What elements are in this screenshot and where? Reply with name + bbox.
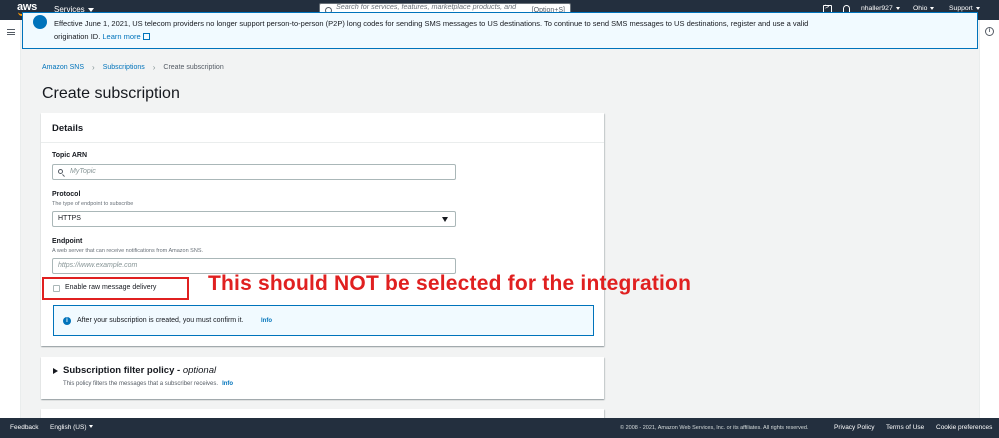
language-label: English (US)	[50, 424, 87, 431]
flash-message-text: Effective June 1, 2021, US telecom provi…	[54, 19, 809, 41]
info-panel-icon[interactable]: i	[985, 27, 994, 36]
external-link-icon	[142, 32, 150, 40]
footer: Feedback English (US) © 2008 - 2021, Ama…	[0, 418, 999, 438]
confirm-subscription-alert: i After your subscription is created, yo…	[53, 305, 594, 336]
search-icon	[53, 166, 67, 179]
protocol-select[interactable]: HTTPS	[52, 211, 456, 227]
copyright-text: © 2008 - 2021, Amazon Web Services, Inc.…	[620, 425, 809, 431]
details-title: Details	[52, 123, 84, 134]
annotation-text: This should NOT be selected for the inte…	[208, 272, 692, 295]
flash-message: Effective June 1, 2021, US telecom provi…	[54, 18, 844, 43]
breadcrumb-amazon-sns[interactable]: Amazon SNS	[42, 64, 84, 71]
caret-down-icon	[895, 7, 900, 10]
learn-more-link[interactable]: Learn more	[102, 31, 150, 41]
cookie-preferences-link[interactable]: Cookie preferences	[936, 424, 992, 431]
topic-arn-input[interactable]: MyTopic	[52, 164, 456, 180]
annotation-highlight-box	[42, 277, 189, 300]
region-menu-button[interactable]: Ohio	[913, 5, 935, 12]
protocol-label: Protocol	[52, 191, 81, 198]
dropdown-arrow-icon	[442, 217, 448, 222]
terms-of-use-link[interactable]: Terms of Use	[886, 424, 924, 431]
privacy-policy-link[interactable]: Privacy Policy	[834, 424, 874, 431]
menu-hamburger-icon[interactable]	[7, 29, 15, 35]
chevron-right-icon: ›	[152, 63, 156, 72]
support-menu-button[interactable]: Support	[949, 5, 980, 12]
breadcrumb: Amazon SNS › Subscriptions › Create subs…	[42, 63, 224, 72]
topic-arn-placeholder: MyTopic	[70, 168, 96, 175]
region-label: Ohio	[913, 5, 928, 12]
right-tools-strip	[979, 20, 999, 418]
protocol-description: The type of endpoint to subscribe	[52, 201, 134, 207]
breadcrumb-current: Create subscription	[163, 64, 224, 71]
feedback-link[interactable]: Feedback	[10, 424, 39, 431]
topic-arn-label: Topic ARN	[52, 152, 87, 159]
filter-policy-title[interactable]: Subscription filter policy - optional	[63, 365, 216, 376]
left-nav-strip	[0, 20, 21, 418]
details-header: Details	[41, 113, 604, 143]
page-title: Create subscription	[42, 85, 180, 102]
flash-notification: Effective June 1, 2021, US telecom provi…	[22, 12, 978, 49]
support-label: Support	[949, 5, 973, 12]
caret-down-icon	[975, 7, 980, 10]
protocol-selected-value: HTTPS	[58, 215, 81, 222]
filter-policy-title-text: Subscription filter policy -	[63, 365, 183, 376]
endpoint-placeholder: https://www.example.com	[58, 262, 138, 269]
endpoint-description: A web server that can receive notificati…	[52, 248, 204, 254]
account-menu-button[interactable]: nhaller927	[861, 5, 900, 12]
learn-more-label: Learn more	[102, 31, 141, 41]
filter-policy-description: This policy filters the messages that a …	[63, 381, 233, 387]
caret-down-icon	[930, 7, 935, 10]
filter-policy-optional: optional	[182, 365, 217, 376]
subscription-filter-policy-panel[interactable]: Subscription filter policy - optional Th…	[41, 357, 604, 399]
caret-right-icon[interactable]	[53, 368, 58, 374]
filter-policy-description-text: This policy filters the messages that a …	[63, 381, 219, 387]
account-username: nhaller927	[861, 5, 893, 12]
alert-info-link[interactable]: Info	[261, 318, 272, 324]
endpoint-label: Endpoint	[52, 238, 83, 245]
filter-policy-info-link[interactable]: Info	[222, 381, 233, 387]
breadcrumb-subscriptions[interactable]: Subscriptions	[103, 64, 145, 71]
info-icon: i	[63, 317, 71, 325]
info-icon	[33, 15, 47, 29]
alert-text: After your subscription is created, you …	[77, 317, 244, 324]
caret-down-icon	[87, 7, 94, 12]
caret-down-icon	[89, 425, 94, 428]
chevron-right-icon: ›	[92, 63, 95, 72]
language-selector[interactable]: English (US)	[50, 424, 94, 431]
